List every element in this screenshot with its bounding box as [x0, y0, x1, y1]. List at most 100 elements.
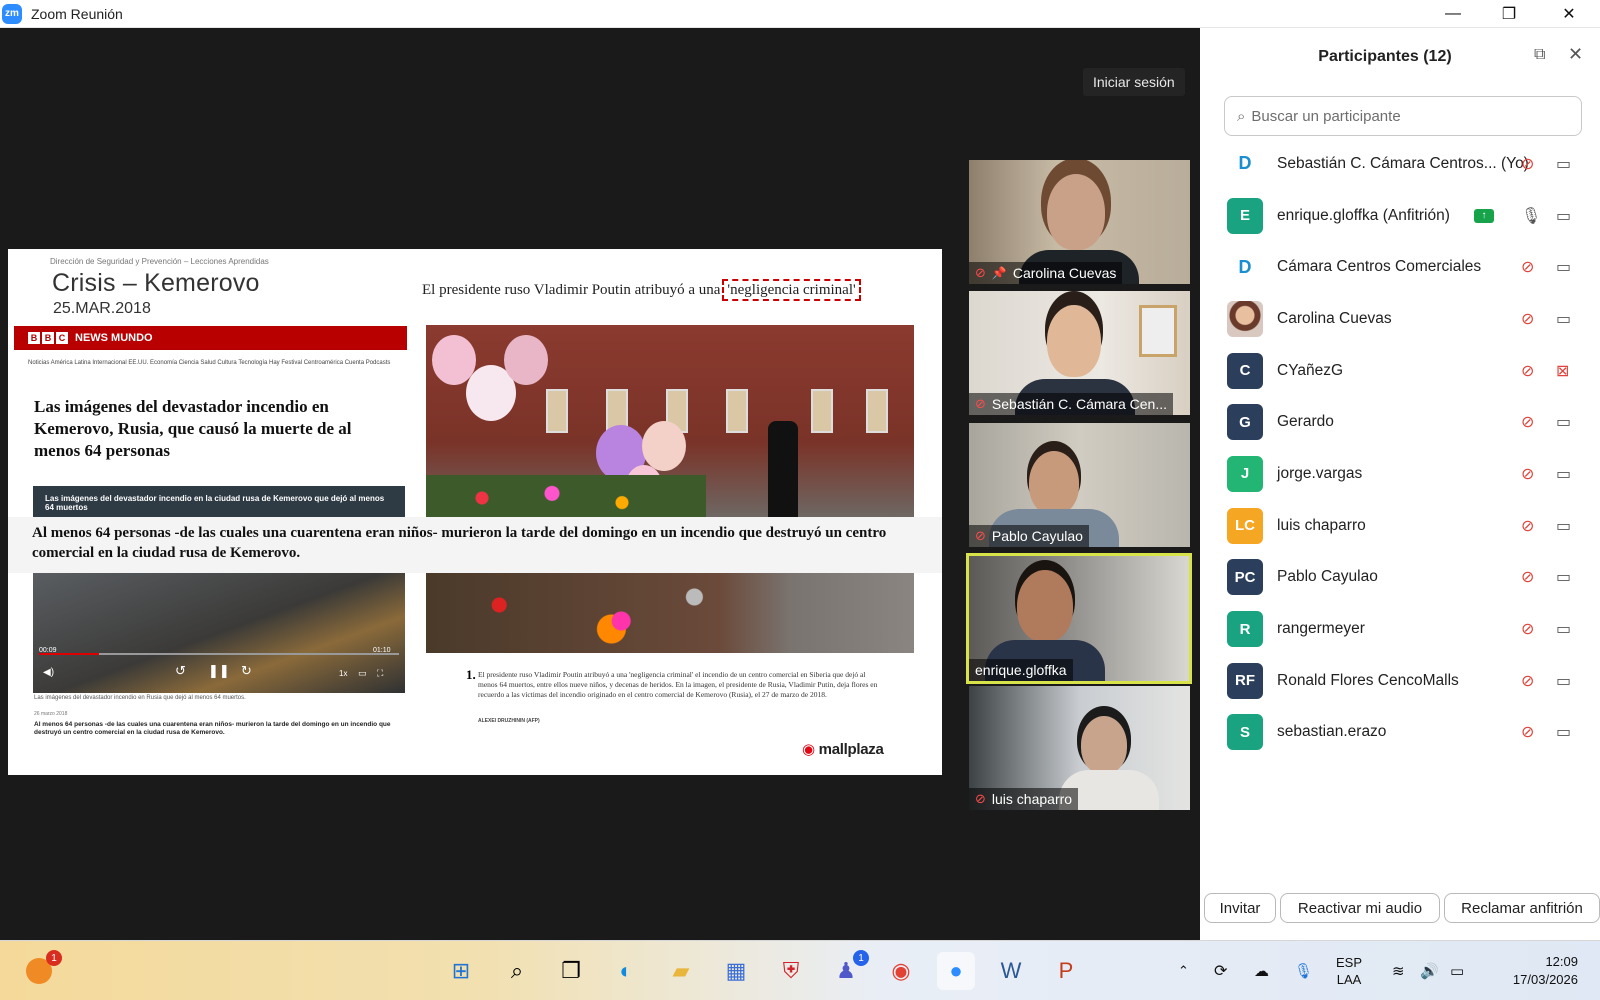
participant-name: Carolina Cuevas: [1277, 309, 1392, 327]
clock[interactable]: 12:09 17/03/2026: [1494, 941, 1578, 1000]
mic-muted-icon[interactable]: ⊘: [1521, 361, 1534, 381]
mic-muted-icon[interactable]: ⊘: [1521, 722, 1534, 742]
powerpoint-icon[interactable]: P: [1047, 952, 1085, 990]
participant-row[interactable]: G Gerardo ⊘ ▭: [1200, 396, 1600, 448]
camera-icon[interactable]: ▭: [1556, 722, 1571, 742]
video-time-end: 01:10: [373, 647, 391, 654]
slide-breadcrumb: Dirección de Seguridad y Prevención – Le…: [50, 257, 269, 266]
bbc-video-player: 00:09 01:10 ◀) ↺ ❚❚ ↻ 1x ▭ ⛶: [33, 573, 405, 693]
edge-icon[interactable]: ◐: [607, 952, 645, 990]
bbc-news-header: B B C NEWS MUNDO: [14, 326, 407, 350]
popout-icon[interactable]: ⧉: [1534, 46, 1545, 64]
participant-row[interactable]: D Cámara Centros Comerciales ⊘ ▭: [1200, 241, 1600, 293]
video-tile[interactable]: ⊘ luis chaparro: [969, 686, 1190, 810]
camera-off-icon[interactable]: ⊠: [1556, 361, 1569, 381]
cloud-off-icon[interactable]: ☁: [1254, 941, 1269, 1000]
panel-title: Participantes (12): [1318, 48, 1452, 65]
pause-icon[interactable]: ❚❚: [208, 663, 230, 679]
participant-row[interactable]: J jorge.vargas ⊘ ▭: [1200, 448, 1600, 500]
teams-icon[interactable]: ♟ 1: [827, 950, 869, 990]
muted-mic-icon: ⊘: [975, 528, 986, 543]
camera-icon[interactable]: ▭: [1556, 567, 1571, 587]
video-tile[interactable]: ⊘ 📌 Carolina Cuevas: [969, 160, 1190, 284]
video-progress-bar[interactable]: [39, 653, 399, 655]
task-view-icon[interactable]: ❐: [552, 952, 590, 990]
sync-icon[interactable]: ⟳: [1214, 941, 1227, 1000]
fullscreen-icon[interactable]: ⛶: [377, 668, 383, 679]
close-panel-icon[interactable]: ✕: [1568, 44, 1583, 65]
participant-row[interactable]: C CYañezG ⊘ ⊠: [1200, 345, 1600, 397]
input-language[interactable]: ESP LAA: [1336, 941, 1362, 1000]
mic-muted-icon[interactable]: ⊘: [1521, 257, 1534, 277]
signin-button[interactable]: Iniciar sesión: [1083, 68, 1185, 96]
participant-row[interactable]: RF Ronald Flores CencoMalls ⊘ ▭: [1200, 655, 1600, 707]
close-button[interactable]: ✕: [1546, 0, 1592, 28]
video-tile[interactable]: ⊘ Sebastián C. Cámara Cen...: [969, 291, 1190, 415]
mic-icon[interactable]: 🎙: [1521, 206, 1541, 226]
participant-search-input[interactable]: ⌕ Buscar un participante: [1224, 96, 1582, 136]
mic-muted-icon[interactable]: ⊘: [1521, 516, 1534, 536]
camera-icon[interactable]: ▭: [1556, 309, 1571, 329]
mic-muted-icon[interactable]: ⊘: [1521, 309, 1534, 329]
screen-share-icon: ↑: [1474, 208, 1494, 223]
file-explorer-icon[interactable]: ▰: [662, 952, 700, 990]
flowers-photo: [426, 573, 914, 653]
camera-icon[interactable]: ▭: [1556, 619, 1571, 639]
maximize-button[interactable]: ❐: [1486, 0, 1532, 28]
wifi-icon[interactable]: ≋: [1392, 941, 1405, 1000]
camera-icon[interactable]: ▭: [1556, 206, 1571, 226]
mic-muted-icon[interactable]: ⊘: [1521, 154, 1534, 174]
mic-muted-icon[interactable]: ⊘: [1521, 619, 1534, 639]
participant-row[interactable]: LC luis chaparro ⊘ ▭: [1200, 500, 1600, 552]
camera-icon[interactable]: ▭: [1556, 671, 1571, 691]
forward-icon[interactable]: ↻: [241, 663, 252, 679]
video-tile[interactable]: ⊘ Pablo Cayulao: [969, 423, 1190, 547]
participant-row[interactable]: E enrique.gloffka (Anfitrión) ↑ 🎙 ▭: [1200, 190, 1600, 242]
zoom-taskbar-icon[interactable]: ●: [937, 952, 975, 990]
volume-icon[interactable]: ◀): [43, 667, 54, 678]
mic-muted-icon[interactable]: ⊘: [1521, 671, 1534, 691]
tray-chevron-icon[interactable]: ⌃: [1178, 941, 1189, 1000]
video-tile-active-speaker[interactable]: enrique.gloffka: [966, 553, 1192, 684]
mic-muted-icon[interactable]: ⊘: [1521, 567, 1534, 587]
participant-name: CYañezG: [1277, 361, 1344, 379]
window-titlebar: zm Zoom Reunión — ❐ ✕: [0, 0, 1600, 28]
mic-tray-icon[interactable]: 🎙: [1294, 941, 1313, 1000]
word-icon[interactable]: W: [992, 952, 1030, 990]
speed-label[interactable]: 1x: [339, 669, 347, 678]
shared-screen-slide: Dirección de Seguridad y Prevención – Le…: [8, 249, 942, 775]
battery-icon[interactable]: ▭: [1450, 941, 1464, 1000]
mic-muted-icon[interactable]: ⊘: [1521, 412, 1534, 432]
video-tile-label: ⊘ 📌 Carolina Cuevas: [969, 262, 1123, 284]
camera-icon[interactable]: ▭: [1556, 154, 1571, 174]
participant-row[interactable]: S sebastian.erazo ⊘ ▭: [1200, 707, 1600, 759]
mcafee-icon[interactable]: ⛨: [772, 952, 810, 990]
chrome-icon[interactable]: ◉: [882, 952, 920, 990]
invite-button[interactable]: Invitar: [1204, 893, 1276, 923]
slide-headline: El presidente ruso Vladimir Poutin atrib…: [422, 279, 861, 301]
video-date: 26 marzo 2018: [34, 711, 68, 717]
participant-list: D Sebastián C. Cámara Centros... (Yo) ⊘ …: [1200, 138, 1600, 758]
participant-row[interactable]: D Sebastián C. Cámara Centros... (Yo) ⊘ …: [1200, 138, 1600, 190]
start-icon[interactable]: ⊞: [442, 952, 480, 990]
store-icon[interactable]: ▦: [717, 952, 755, 990]
participant-row[interactable]: Carolina Cuevas ⊘ ▭: [1200, 293, 1600, 345]
camera-icon[interactable]: ▭: [1556, 257, 1571, 277]
participant-name: Gerardo: [1277, 413, 1334, 431]
minimize-button[interactable]: —: [1430, 0, 1476, 28]
search-icon[interactable]: ⌕: [498, 952, 536, 990]
tile-participant-name: Carolina Cuevas: [1012, 265, 1117, 281]
participant-row[interactable]: PC Pablo Cayulao ⊘ ▭: [1200, 552, 1600, 604]
claim-host-button[interactable]: Reclamar anfitrión: [1444, 893, 1600, 923]
notification-app-icon[interactable]: 1: [20, 950, 62, 990]
participant-row[interactable]: R rangermeyer ⊘ ▭: [1200, 603, 1600, 655]
camera-icon[interactable]: ▭: [1556, 412, 1571, 432]
rewind-icon[interactable]: ↺: [175, 663, 186, 679]
camera-icon[interactable]: ▭: [1556, 464, 1571, 484]
volume-icon[interactable]: 🔊: [1420, 941, 1439, 1000]
mic-muted-icon[interactable]: ⊘: [1521, 464, 1534, 484]
slide-headline-highlight: 'negligencia criminal': [722, 279, 861, 301]
camera-icon[interactable]: ▭: [1556, 516, 1571, 536]
pip-icon[interactable]: ▭: [358, 668, 367, 679]
unmute-button[interactable]: Reactivar mi audio: [1280, 893, 1440, 923]
